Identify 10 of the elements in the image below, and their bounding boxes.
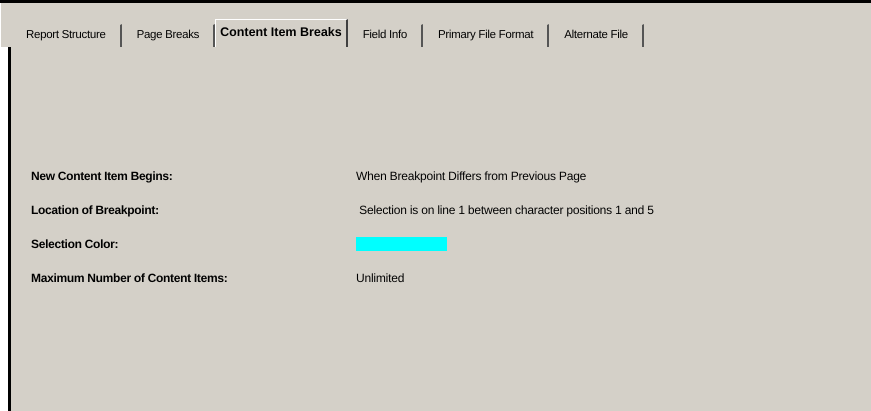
field-label: New Content Item Begins: <box>31 169 174 183</box>
field-value: Selection is on line 1 between character positions 1 and 5 <box>358 203 654 217</box>
field-value: Unlimited <box>356 271 404 285</box>
field-label: Selection Color: <box>31 237 120 251</box>
field-label: Location of Breakpoint: <box>31 203 160 217</box>
tab[interactable]: Field Info <box>348 24 423 47</box>
tab[interactable]: Page Breaks <box>122 24 216 47</box>
field-value: When Breakpoint Differs from Previous Page <box>356 169 586 183</box>
tab[interactable]: Content Item Breaks <box>215 19 348 47</box>
field-label: Maximum Number of Content Items: <box>31 271 228 285</box>
